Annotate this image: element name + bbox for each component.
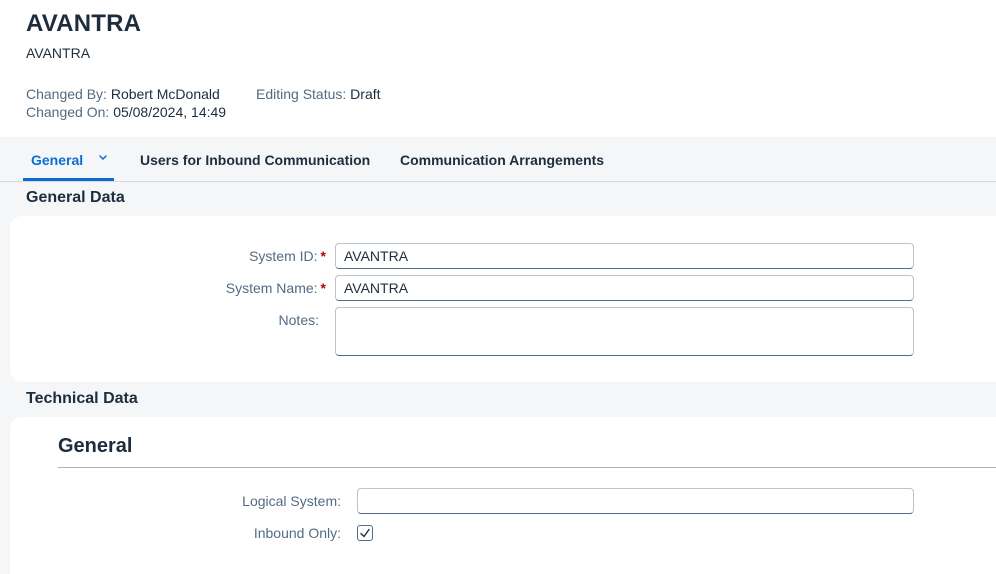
system-name-input[interactable]	[335, 275, 914, 301]
system-name-label-text: System Name:	[225, 280, 318, 296]
tab-users-for-inbound-communication[interactable]: Users for Inbound Communication	[140, 138, 370, 181]
logical-system-label: Logical System:	[242, 493, 341, 509]
editing-status-label: Editing Status:	[256, 86, 347, 102]
logical-system-input[interactable]	[357, 488, 914, 514]
changed-on: Changed On: 05/08/2024, 14:49	[26, 104, 226, 120]
tab-general[interactable]: General	[31, 138, 83, 181]
editing-status: Editing Status: Draft	[256, 86, 381, 102]
changed-by: Changed By: Robert McDonald	[26, 86, 220, 102]
system-id-label: System ID: *	[236, 248, 326, 264]
notes-label: Notes:	[278, 312, 319, 328]
subsection-divider	[58, 467, 996, 468]
system-id-input[interactable]	[335, 243, 914, 269]
section-title-technical-data: Technical Data	[26, 390, 138, 407]
editing-status-value: Draft	[350, 86, 381, 102]
chevron-down-icon[interactable]	[96, 151, 110, 165]
inbound-only-label: Inbound Only:	[253, 525, 341, 541]
changed-by-value: Robert McDonald	[110, 86, 220, 102]
active-tab-indicator	[23, 178, 114, 181]
subsection-title-general: General	[58, 435, 133, 457]
inbound-only-checkbox[interactable]	[357, 525, 373, 541]
system-id-label-text: System ID:	[249, 248, 318, 264]
changed-on-value: 05/08/2024, 14:49	[113, 104, 227, 120]
notes-textarea[interactable]	[335, 307, 914, 356]
checkmark-icon	[360, 528, 370, 538]
changed-on-label: Changed On:	[26, 104, 110, 120]
tab-communication-arrangements[interactable]: Communication Arrangements	[400, 138, 604, 181]
section-title-general-data: General Data	[26, 189, 125, 206]
anchor-bar: General Users for Inbound Communication …	[0, 138, 996, 182]
page-subtitle: AVANTRA	[26, 45, 91, 61]
changed-by-label: Changed By:	[26, 86, 107, 102]
required-marker: *	[320, 280, 326, 296]
page-title: AVANTRA	[26, 10, 142, 37]
system-name-label: System Name: *	[206, 280, 326, 296]
required-marker: *	[320, 248, 326, 264]
object-page-header: AVANTRA AVANTRA Changed By: Robert McDon…	[0, 0, 996, 137]
